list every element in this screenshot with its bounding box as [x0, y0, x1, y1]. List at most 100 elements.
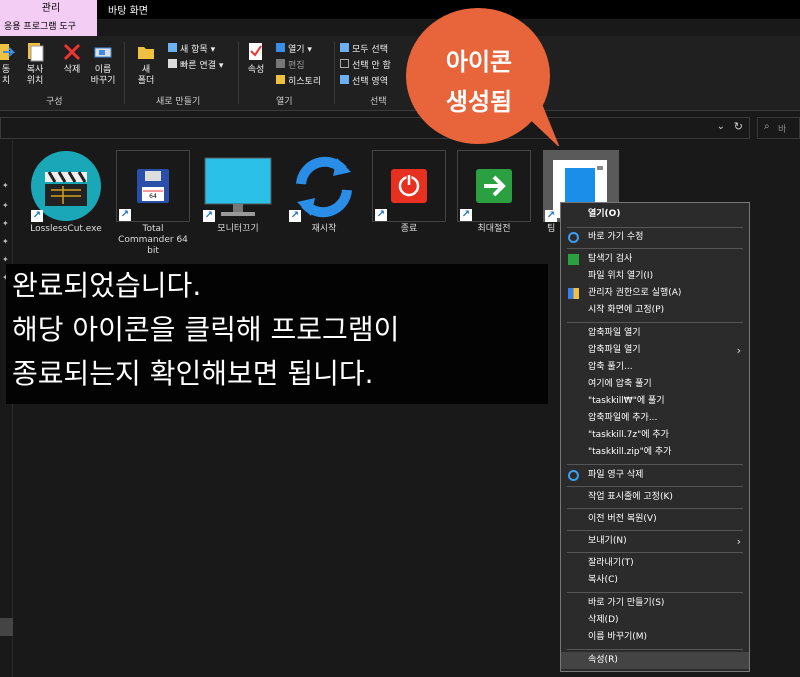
menu-item-pin-taskbar[interactable]: 작업 표시줄에 고정(K): [561, 489, 749, 506]
file-item[interactable]: ↗ LosslessCut.exe: [29, 150, 103, 235]
menu-item-edit-shortcut[interactable]: 바로 가기 수정: [561, 229, 749, 246]
properties-button[interactable]: 속성: [244, 42, 268, 76]
refresh-icon[interactable]: ↻: [734, 120, 743, 133]
chevron-right-icon: ›: [736, 535, 741, 548]
tab-app-tools[interactable]: 응용 프로그램 도구: [0, 19, 97, 36]
new-item-button[interactable]: 새 항목 ▾: [168, 42, 215, 55]
pin-icon: ✦: [2, 255, 9, 264]
pin-icon: ✦: [2, 201, 9, 210]
caption-line: 해당 아이콘을 클릭해 프로그램이: [12, 313, 400, 346]
restart-icon: ↗: [287, 150, 361, 222]
invert-selection-button[interactable]: 선택 영역: [340, 74, 388, 87]
copy-to-button[interactable]: 복사 위치: [20, 42, 50, 87]
menu-item-add-7z[interactable]: "taskkill.7z"에 추가: [561, 427, 749, 444]
menu-item-pin-start[interactable]: 시작 화면에 고정(P): [561, 302, 749, 319]
shortcut-arrow-icon: ↗: [460, 209, 472, 221]
scan-icon: [568, 254, 579, 265]
bubble-line: 생성됨: [445, 88, 513, 116]
file-item[interactable]: ↗ 모니터끄기: [201, 150, 275, 235]
rename-icon: [94, 47, 112, 58]
menu-divider: [567, 322, 743, 323]
total-commander-icon: 64 ↗: [116, 150, 190, 222]
menu-item-zip-open[interactable]: 압축파일 열기: [561, 325, 749, 342]
menu-item-copy[interactable]: 복사(C): [561, 572, 749, 589]
shortcut-arrow-icon: ↗: [31, 210, 43, 222]
menu-item-explorer-search[interactable]: 탐색기 검사: [561, 251, 749, 268]
menu-divider: [567, 486, 743, 487]
easy-access-icon: [168, 59, 177, 68]
menu-divider: [567, 649, 743, 650]
select-none-button[interactable]: 선택 안 함: [340, 58, 391, 71]
svg-text:64: 64: [149, 193, 157, 200]
menu-divider: [567, 248, 743, 249]
edit-icon: [276, 59, 285, 68]
move-to-button[interactable]: 동 치: [0, 42, 16, 87]
address-bar-row: ⌄ ↻ ⌕ 바: [0, 117, 800, 139]
menu-item-create-shortcut[interactable]: 바로 가기 만들기(S): [561, 595, 749, 612]
history-button[interactable]: 히스토리: [276, 74, 321, 87]
ribbon-tabs: 관리 바탕 화면: [0, 0, 800, 19]
edit-button[interactable]: 편집: [276, 58, 305, 71]
menu-item-properties[interactable]: 속성(R): [561, 652, 749, 669]
chevron-down-icon[interactable]: ⌄: [717, 121, 725, 132]
menu-item-send-to[interactable]: 보내기(N) ›: [561, 533, 749, 550]
menu-divider: [567, 592, 743, 593]
search-icon: ⌕: [764, 121, 770, 132]
caption-line: 완료되었습니다.: [12, 269, 202, 302]
move-icon: [0, 44, 15, 60]
file-item[interactable]: ↗ 재시작: [287, 150, 361, 235]
shortcut-arrow-icon: ↗: [545, 210, 557, 222]
nav-selected-item[interactable]: [0, 618, 13, 636]
shield-icon: [568, 288, 579, 299]
pin-icon: ✦: [2, 181, 9, 190]
menu-item-delete[interactable]: 삭제(D): [561, 612, 749, 629]
menu-item-extract[interactable]: 압축 풀기...: [561, 359, 749, 376]
address-bar[interactable]: ⌄ ↻: [0, 117, 750, 139]
menu-divider: [567, 552, 743, 553]
group-new: 새 폴더 새 항목 ▾ 빠른 연결 ▾ 새로 만들기: [126, 36, 236, 111]
menu-item-run-admin[interactable]: 관리자 권한으로 실행(A): [561, 285, 749, 302]
speech-bubble: 아이콘 생성됨: [404, 2, 562, 146]
shortcut-arrow-icon: ↗: [119, 209, 131, 221]
shutdown-icon: ↗: [372, 150, 446, 222]
easy-access-button[interactable]: 빠른 연결 ▾: [168, 58, 223, 71]
menu-item-restore-previous[interactable]: 이전 버전 복원(V): [561, 511, 749, 528]
select-all-icon: [340, 43, 349, 52]
tab-desktop[interactable]: 바탕 화면: [108, 2, 148, 17]
search-input[interactable]: ⌕ 바: [757, 117, 800, 139]
select-all-button[interactable]: 모두 선택: [340, 42, 388, 55]
tab-manage[interactable]: 관리: [0, 0, 97, 19]
group-open: 속성 열기 ▾ 편집 히스토리 열기: [240, 36, 332, 111]
menu-item-rename[interactable]: 이름 바꾸기(M): [561, 629, 749, 646]
file-item[interactable]: ↗ 최대절전: [457, 150, 531, 235]
shortcut-arrow-icon: ↗: [375, 209, 387, 221]
navigation-pane[interactable]: ✦ ✦ ✦ ✦ ✦ ✦: [0, 140, 13, 677]
menu-divider: [567, 464, 743, 465]
delete-x-icon: [63, 43, 81, 61]
new-folder-button[interactable]: 새 폴더: [134, 42, 158, 87]
menu-item-zip-open-sub[interactable]: 압축파일 열기 ›: [561, 342, 749, 359]
menu-item-open[interactable]: 열기(O): [561, 206, 749, 223]
menu-item-extract-here[interactable]: 여기에 압축 풀기: [561, 376, 749, 393]
ribbon: 동 치 복사 위치 삭제 이름 바꾸기 구성 새 폴더 새 항목 ▾ 빠른 연결…: [0, 36, 800, 111]
menu-item-add-zip[interactable]: "taskkill.zip"에 추가: [561, 444, 749, 461]
menu-item-open-location[interactable]: 파일 위치 열기(I): [561, 268, 749, 285]
file-item[interactable]: ↗ 종료: [372, 150, 446, 235]
monitor-icon: ↗: [201, 150, 275, 222]
menu-item-cut[interactable]: 잘라내기(T): [561, 555, 749, 572]
menu-item-add-archive[interactable]: 압축파일에 추가...: [561, 410, 749, 427]
delete-permanent-icon: [568, 470, 579, 481]
delete-button[interactable]: 삭제: [58, 42, 86, 76]
file-item[interactable]: 64 ↗ Total Commander 64 bit: [116, 150, 190, 257]
folder-icon: [138, 47, 154, 59]
open-button[interactable]: 열기 ▾: [276, 42, 312, 55]
history-icon: [276, 75, 285, 84]
menu-item-delete-permanent[interactable]: 파일 영구 삭제: [561, 467, 749, 484]
menu-divider: [567, 508, 743, 509]
ribbon-divider: [238, 42, 239, 104]
menu-item-extract-to[interactable]: "taskkill₩"에 풀기: [561, 393, 749, 410]
rename-button[interactable]: 이름 바꾸기: [88, 42, 118, 87]
pin-icon: ✦: [2, 237, 9, 246]
shortcut-arrow-icon: ↗: [203, 210, 215, 222]
caption-overlay: 완료되었습니다. 해당 아이콘을 클릭해 프로그램이 종료되는지 확인해보면 됩…: [6, 264, 548, 404]
